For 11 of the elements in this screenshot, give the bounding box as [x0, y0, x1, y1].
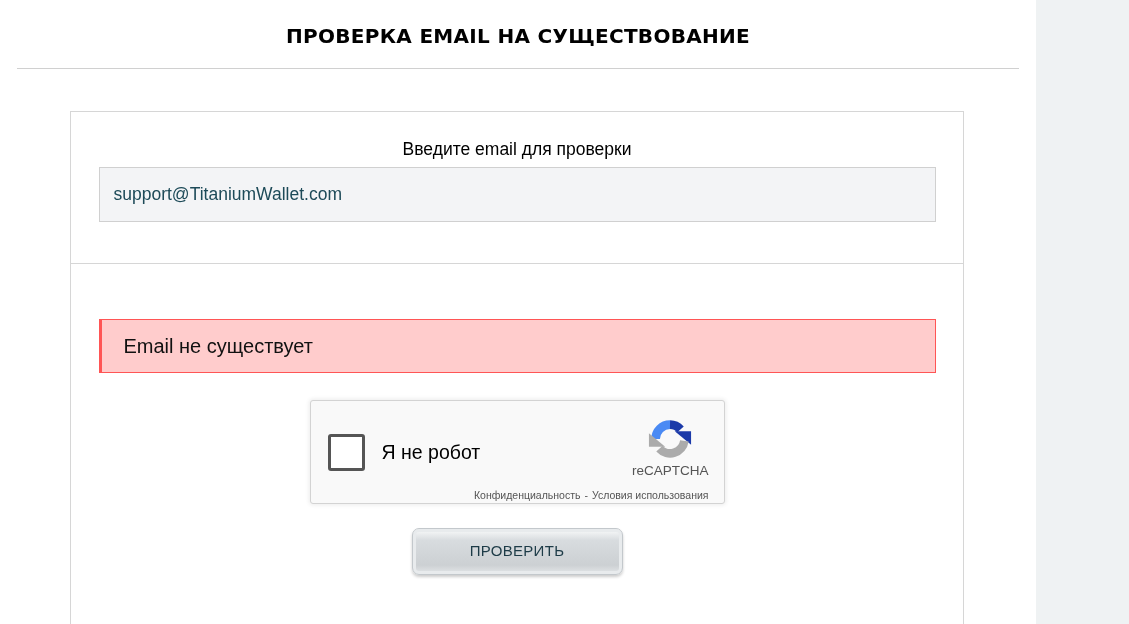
captcha-link[interactable]: Условия использования: [591, 489, 709, 502]
submit-button[interactable]: ПРОВЕРИТЬ: [411, 528, 623, 575]
captcha-checkbox[interactable]: [327, 434, 365, 471]
error-alert: Email не существует: [98, 319, 936, 373]
email-field[interactable]: support@TitaniumWallet.com: [98, 167, 936, 222]
field-label: Введите email для проверки: [402, 138, 632, 160]
captcha-link[interactable]: Конфиденциальность: [473, 489, 581, 502]
captcha-label: Я не робот: [381, 439, 481, 465]
link-separator: -: [584, 489, 588, 502]
captcha-brand: reCAPTCHA: [632, 463, 709, 479]
page-title: ПРОВЕРКА EMAIL НА СУЩЕСТВОВАНИЕ: [285, 22, 751, 50]
